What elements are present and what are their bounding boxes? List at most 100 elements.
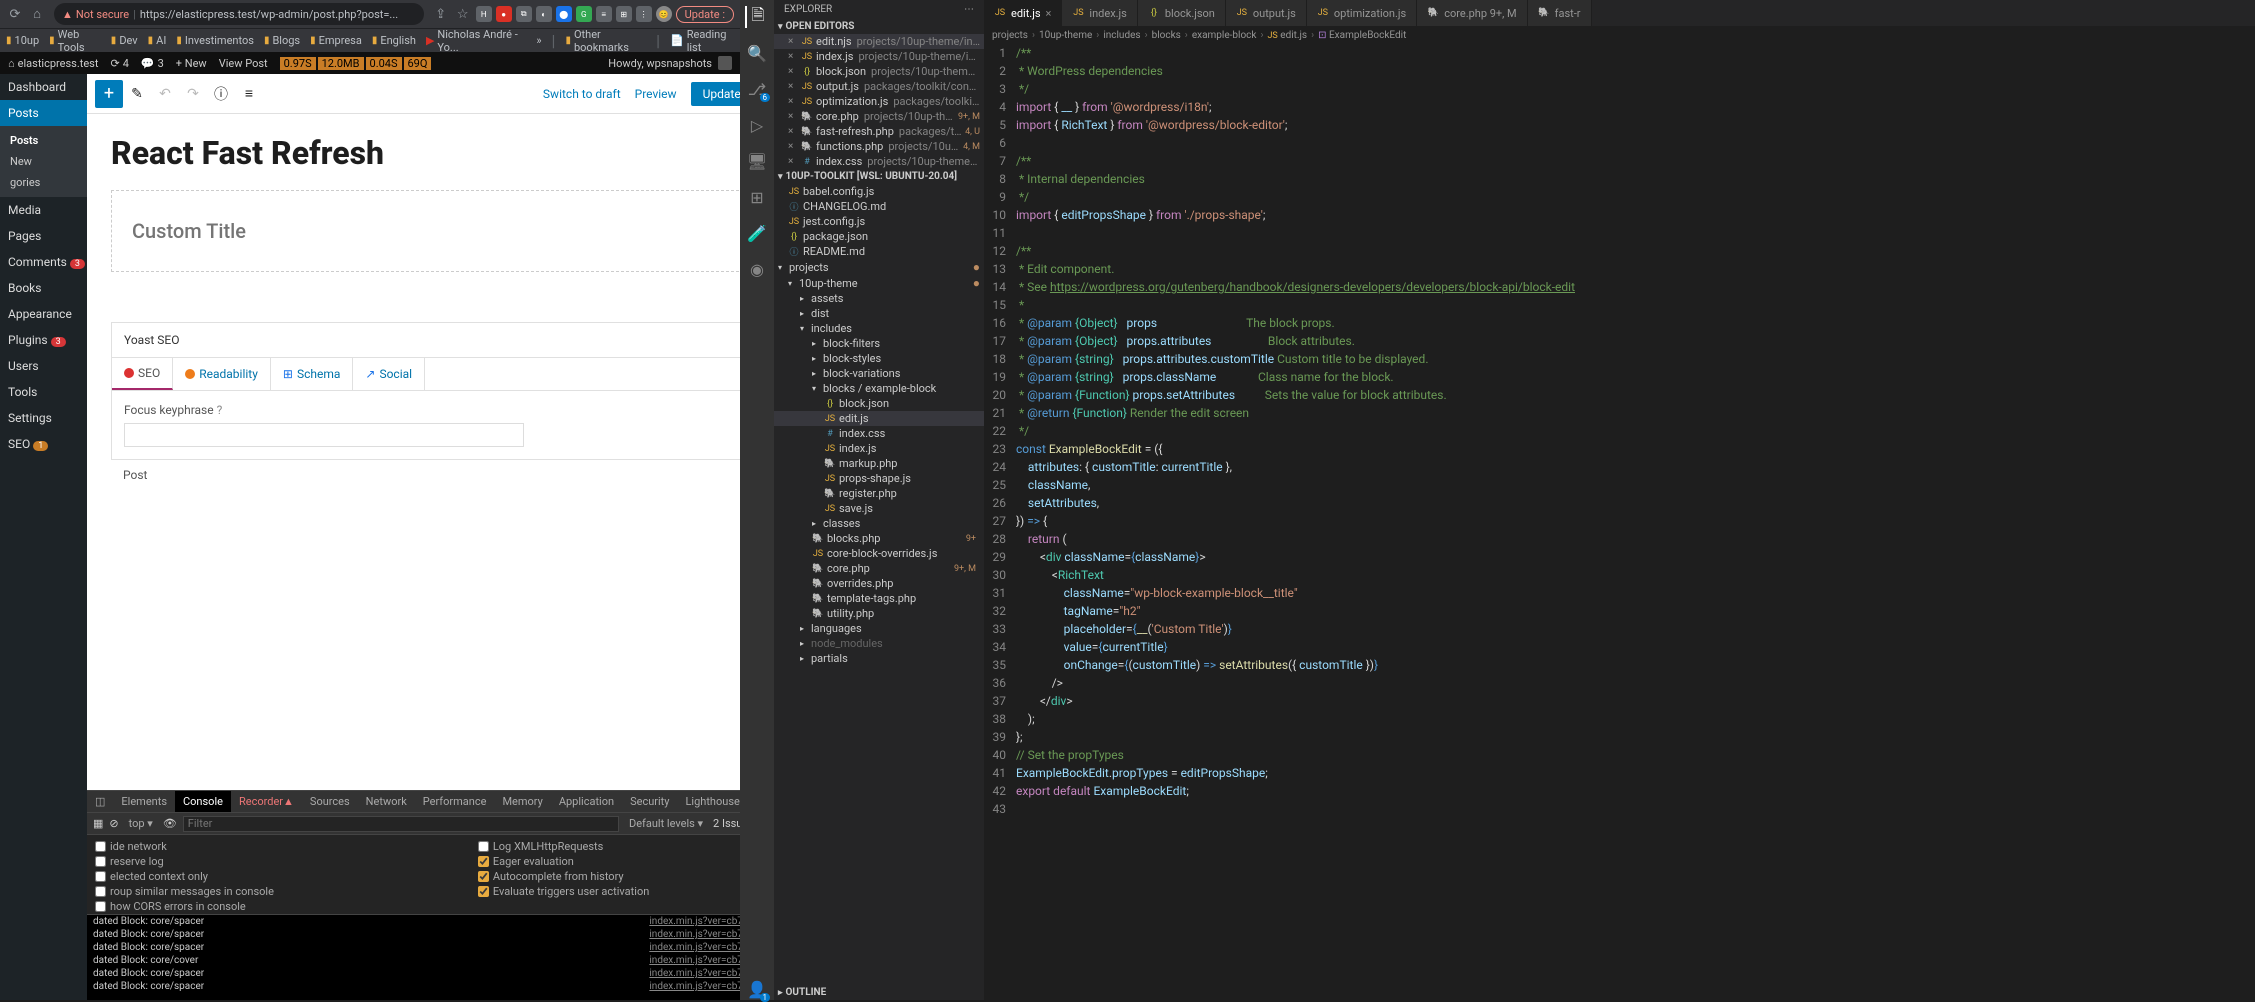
file-item[interactable]: {}package.json (774, 229, 984, 244)
open-editor-item[interactable]: ×#index.cssprojects/10up-theme/includes/… (774, 154, 984, 169)
breadcrumb-segment[interactable]: JS edit.js (1267, 30, 1307, 41)
bookmark-item[interactable]: ▮Web Tools (49, 28, 101, 54)
example-block[interactable]: Custom Title + (111, 190, 740, 272)
editor-tab[interactable]: 🐘fast-r (1528, 0, 1592, 26)
menu-posts[interactable]: Posts (0, 100, 87, 126)
close-icon[interactable]: × (788, 96, 798, 107)
folder-item[interactable]: ▸assets (774, 291, 984, 306)
file-item[interactable]: JSjest.config.js (774, 214, 984, 229)
breadcrumb-segment[interactable]: projects (992, 30, 1028, 41)
dt-tab-application[interactable]: Application (551, 791, 622, 812)
submenu-categories[interactable]: gories (0, 172, 87, 193)
ext-icon-5[interactable]: ⬤ (556, 6, 572, 22)
file-item[interactable]: #index.css (774, 426, 984, 441)
bookmark-item[interactable]: ▮Dev (111, 34, 138, 47)
source-link[interactable]: index.min.js?ver=cb7…3f30465ffd2387db:13 (649, 968, 740, 979)
ext-icon-7[interactable]: ≡ (596, 6, 612, 22)
setting-row[interactable]: reserve log (95, 854, 462, 869)
file-item[interactable]: JSbabel.config.js (774, 184, 984, 199)
file-item[interactable]: JScore-block-overrides.js (774, 546, 984, 561)
update-button[interactable]: Update (691, 82, 740, 106)
open-editor-item[interactable]: ×JSedit.njsprojects/10up-theme/includes/… (774, 34, 984, 49)
tab-seo[interactable]: SEO (112, 358, 173, 390)
breadcrumbs[interactable]: projects›10up-theme›includes›blocks›exam… (984, 26, 2255, 44)
file-item[interactable]: JSsave.js (774, 501, 984, 516)
menu-appearance[interactable]: Appearance (0, 301, 87, 327)
switch-to-draft-button[interactable]: Switch to draft (543, 87, 621, 101)
extensions-icon[interactable]: ⊞ (746, 186, 768, 208)
dt-tab-performance[interactable]: Performance (415, 791, 495, 812)
folder-item[interactable]: ▾includes (774, 321, 984, 336)
breadcrumb-segment[interactable]: example-block (1192, 30, 1257, 41)
remote-icon[interactable]: 🖥 (746, 150, 768, 172)
outline-header[interactable]: ▸OUTLINE (774, 985, 984, 1000)
folder-item[interactable]: ▸partials (774, 651, 984, 666)
source-link[interactable]: index.min.js?ver=cb7…3f30465ffd2387db:13 (649, 981, 740, 992)
breadcrumb-segment[interactable]: includes (1103, 30, 1140, 41)
ext-icon-3[interactable]: ⧉ (516, 6, 532, 22)
breadcrumb-segment[interactable]: blocks (1152, 30, 1181, 41)
bookmark-item[interactable]: ▮Investimentos (176, 34, 254, 47)
editor-canvas[interactable]: React Fast Refresh Custom Title + Yoast … (87, 114, 740, 790)
updates-link[interactable]: ⟳ 4 (110, 57, 128, 70)
reading-list[interactable]: 📄 Reading list (670, 28, 734, 54)
close-icon[interactable]: × (788, 111, 798, 122)
view-post-link[interactable]: View Post (219, 57, 268, 70)
sidebar-toggle-icon[interactable]: ▦ (93, 817, 103, 830)
code-editor[interactable]: 1234567891011121314151617181920212223242… (984, 44, 2255, 1000)
search-icon[interactable]: 🔍 (746, 42, 768, 64)
ext-icon-2[interactable]: ● (496, 6, 512, 22)
dt-tab-network[interactable]: Network (358, 791, 415, 812)
browser-update-button[interactable]: Update : (676, 6, 734, 23)
tab-schema[interactable]: ⊞Schema (271, 358, 354, 390)
bookmark-item[interactable]: ▮10up (6, 34, 39, 47)
source-link[interactable]: index.min.js?ver=cb7…3f30465ffd2387db:13 (649, 929, 740, 940)
dt-tab-elements[interactable]: Elements (113, 791, 175, 812)
setting-row[interactable]: how CORS errors in console (95, 899, 462, 914)
breadcrumb-segment[interactable]: ⊡ ExampleBockEdit (1318, 30, 1406, 41)
explorer-icon[interactable]: 🗎 (745, 6, 767, 28)
inserter-toggle-button[interactable]: + (95, 80, 123, 108)
setting-row[interactable]: roup similar messages in console (95, 884, 462, 899)
open-editors-header[interactable]: ▾OPEN EDITORS (774, 19, 984, 34)
dt-tab-lighthouse[interactable]: Lighthouse (677, 791, 740, 812)
breadcrumb-segment[interactable]: 10up-theme (1039, 30, 1092, 41)
menu-plugins[interactable]: Plugins3 (0, 327, 87, 353)
file-item[interactable]: {}block.json (774, 396, 984, 411)
reload-icon[interactable]: ⟳ (6, 5, 24, 23)
folder-item[interactable]: ▾projects● (774, 259, 984, 275)
source-link[interactable]: index.min.js?ver=cb7…3f30465ffd2387db:13 (649, 916, 740, 927)
close-icon[interactable]: × (788, 126, 798, 137)
dt-tab-recorder[interactable]: Recorder ▲ (231, 791, 302, 812)
debug-icon[interactable]: ▷ (746, 114, 768, 136)
levels-dropdown[interactable]: Default levels ▾ (625, 817, 707, 830)
open-editor-item[interactable]: ×JSoptimization.jspackages/toolkit/confi… (774, 94, 984, 109)
file-item[interactable]: 🐘template-tags.php (774, 591, 984, 606)
issues-link[interactable]: 2 Issues: ■ 2 (713, 817, 740, 830)
folder-item[interactable]: ▾blocks / example-block (774, 381, 984, 396)
new-link[interactable]: + New (176, 57, 207, 70)
ext-icon-8[interactable]: ⊞ (616, 6, 632, 22)
folder-item[interactable]: ▸block-styles (774, 351, 984, 366)
folder-item[interactable]: ▸languages (774, 621, 984, 636)
file-item[interactable]: ⓘREADME.md (774, 244, 984, 259)
focus-keyphrase-input[interactable] (124, 423, 524, 447)
open-editor-item[interactable]: ×🐘functions.phpprojects/10up-theme...4, … (774, 139, 984, 154)
setting-row[interactable]: ide network (95, 839, 462, 854)
site-home-link[interactable]: ⌂ elasticpress.test (8, 57, 98, 70)
open-editor-item[interactable]: ×🐘core.phpprojects/10up-theme/i...9+, M (774, 109, 984, 124)
close-icon[interactable]: × (788, 36, 798, 47)
submenu-posts[interactable]: Posts (0, 130, 87, 151)
ext-icon-4[interactable]: ◐ (536, 6, 552, 22)
tab-readability[interactable]: Readability (173, 358, 271, 390)
clear-console-icon[interactable]: ⊘ (109, 817, 118, 830)
undo-icon[interactable]: ↶ (151, 80, 179, 108)
dt-tab-sources[interactable]: Sources (302, 791, 358, 812)
preview-button[interactable]: Preview (627, 83, 685, 105)
omnibox[interactable]: ▲ Not secure | https://elasticpress.test… (54, 3, 424, 25)
file-item[interactable]: JSedit.js (774, 411, 984, 426)
source-link[interactable]: index.min.js?ver=cb7…3f30465ffd2387db:13 (649, 955, 740, 966)
folder-item[interactable]: ▾10up-theme● (774, 275, 984, 291)
menu-seo[interactable]: SEO1 (0, 431, 87, 457)
bookmark-item[interactable]: ▮English (372, 34, 416, 47)
